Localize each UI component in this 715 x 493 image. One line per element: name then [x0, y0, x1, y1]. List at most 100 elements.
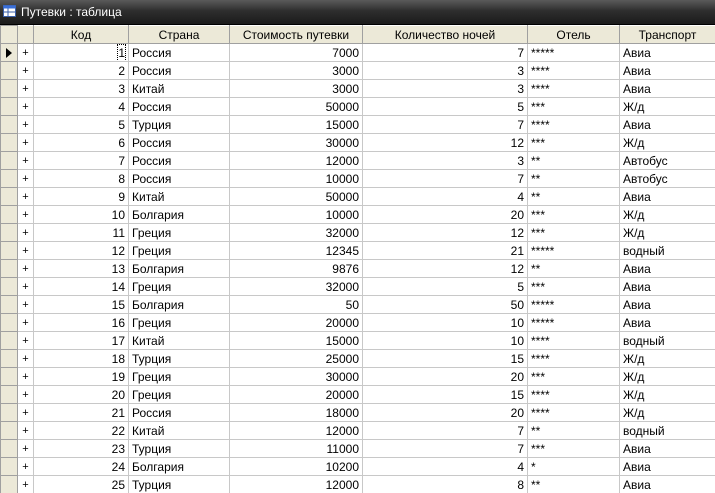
record-selector[interactable]	[0, 349, 18, 368]
table-row[interactable]: +20 Греция 20000 15 **** Ж/д	[0, 385, 715, 404]
cell-country[interactable]: Турция	[128, 439, 230, 458]
cell-kod[interactable]: 7	[33, 151, 129, 170]
cell-hotel[interactable]: **	[527, 475, 620, 493]
cell-cost[interactable]: 25000	[229, 349, 363, 368]
cell-cost[interactable]: 15000	[229, 331, 363, 350]
cell-nights[interactable]: 7	[362, 115, 528, 134]
cell-transport[interactable]: Ж/д	[619, 133, 715, 152]
cell-hotel[interactable]: *	[527, 457, 620, 476]
table-row[interactable]: +10 Болгария 10000 20 *** Ж/д	[0, 205, 715, 224]
cell-kod[interactable]: 22	[33, 421, 129, 440]
cell-hotel[interactable]: *****	[527, 313, 620, 332]
cell-transport[interactable]: Ж/д	[619, 97, 715, 116]
table-row[interactable]: +2 Россия 3000 3 **** Авиа	[0, 61, 715, 80]
cell-nights[interactable]: 3	[362, 79, 528, 98]
cell-hotel[interactable]: ****	[527, 331, 620, 350]
cell-country[interactable]: Болгария	[128, 457, 230, 476]
cell-transport[interactable]: водный	[619, 421, 715, 440]
cell-nights[interactable]: 4	[362, 457, 528, 476]
cell-country[interactable]: Россия	[128, 169, 230, 188]
cell-kod[interactable]: 19	[33, 367, 129, 386]
cell-nights[interactable]: 4	[362, 187, 528, 206]
cell-nights[interactable]: 12	[362, 259, 528, 278]
cell-nights[interactable]: 3	[362, 61, 528, 80]
cell-country[interactable]: Греция	[128, 277, 230, 296]
cell-cost[interactable]: 3000	[229, 61, 363, 80]
cell-country[interactable]: Россия	[128, 97, 230, 116]
cell-nights[interactable]: 10	[362, 313, 528, 332]
cell-cost[interactable]: 30000	[229, 367, 363, 386]
column-header-cost[interactable]: Стоимость путевки	[229, 25, 363, 44]
cell-transport[interactable]: Авиа	[619, 43, 715, 62]
table-row[interactable]: +8 Россия 10000 7 ** Автобус	[0, 169, 715, 188]
cell-kod[interactable]: 21	[33, 403, 129, 422]
plus-expand-icon[interactable]: +	[17, 421, 34, 440]
cell-cost[interactable]: 10200	[229, 457, 363, 476]
cell-country[interactable]: Турция	[128, 349, 230, 368]
cell-nights[interactable]: 20	[362, 367, 528, 386]
cell-hotel[interactable]: ****	[527, 115, 620, 134]
plus-expand-icon[interactable]: +	[17, 61, 34, 80]
cell-transport[interactable]: Ж/д	[619, 367, 715, 386]
table-row[interactable]: +13 Болгария 9876 12 ** Авиа	[0, 259, 715, 278]
cell-transport[interactable]: Автобус	[619, 169, 715, 188]
plus-expand-icon[interactable]: +	[17, 331, 34, 350]
record-selector[interactable]	[0, 223, 18, 242]
table-row[interactable]: +24 Болгария 10200 4 * Авиа	[0, 457, 715, 476]
cell-cost[interactable]: 12000	[229, 421, 363, 440]
cell-cost[interactable]: 50000	[229, 187, 363, 206]
record-selector[interactable]	[0, 277, 18, 296]
table-row[interactable]: +18 Турция 25000 15 **** Ж/д	[0, 349, 715, 368]
table-row[interactable]: +22 Китай 12000 7 ** водный	[0, 421, 715, 440]
cell-kod[interactable]: 17	[33, 331, 129, 350]
table-row[interactable]: +23 Турция 11000 7 *** Авиа	[0, 439, 715, 458]
cell-nights[interactable]: 5	[362, 97, 528, 116]
cell-cost[interactable]: 20000	[229, 385, 363, 404]
table-row[interactable]: +7 Россия 12000 3 ** Автобус	[0, 151, 715, 170]
cell-hotel[interactable]: ****	[527, 403, 620, 422]
cell-kod[interactable]: 14	[33, 277, 129, 296]
cell-cost[interactable]: 12345	[229, 241, 363, 260]
record-selector[interactable]	[0, 151, 18, 170]
cell-kod[interactable]: 12	[33, 241, 129, 260]
cell-transport[interactable]: Авиа	[619, 277, 715, 296]
plus-expand-icon[interactable]: +	[17, 205, 34, 224]
cell-transport[interactable]: Авиа	[619, 457, 715, 476]
cell-transport[interactable]: Ж/д	[619, 349, 715, 368]
cell-hotel[interactable]: *****	[527, 43, 620, 62]
cell-transport[interactable]: Ж/д	[619, 385, 715, 404]
cell-kod[interactable]: 4	[33, 97, 129, 116]
cell-hotel[interactable]: ****	[527, 61, 620, 80]
table-row[interactable]: +5 Турция 15000 7 **** Авиа	[0, 115, 715, 134]
cell-transport[interactable]: водный	[619, 331, 715, 350]
plus-expand-icon[interactable]: +	[17, 457, 34, 476]
record-selector[interactable]	[0, 133, 18, 152]
cell-cost[interactable]: 10000	[229, 205, 363, 224]
table-row[interactable]: +16 Греция 20000 10 ***** Авиа	[0, 313, 715, 332]
cell-kod[interactable]: 23	[33, 439, 129, 458]
cell-hotel[interactable]: ***	[527, 367, 620, 386]
record-selector[interactable]	[0, 475, 18, 493]
cell-kod[interactable]: 25	[33, 475, 129, 493]
record-selector[interactable]	[0, 385, 18, 404]
cell-kod[interactable]: 1	[33, 43, 129, 62]
cell-cost[interactable]: 32000	[229, 223, 363, 242]
cell-hotel[interactable]: ****	[527, 349, 620, 368]
cell-kod[interactable]: 18	[33, 349, 129, 368]
cell-transport[interactable]: Авиа	[619, 115, 715, 134]
cell-country[interactable]: Россия	[128, 151, 230, 170]
cell-hotel[interactable]: *****	[527, 241, 620, 260]
cell-kod[interactable]: 11	[33, 223, 129, 242]
cell-kod[interactable]: 9	[33, 187, 129, 206]
cell-hotel[interactable]: ****	[527, 79, 620, 98]
plus-expand-icon[interactable]: +	[17, 151, 34, 170]
plus-expand-icon[interactable]: +	[17, 259, 34, 278]
cell-nights[interactable]: 8	[362, 475, 528, 493]
cell-kod[interactable]: 6	[33, 133, 129, 152]
cell-nights[interactable]: 21	[362, 241, 528, 260]
cell-cost[interactable]: 7000	[229, 43, 363, 62]
cell-nights[interactable]: 7	[362, 169, 528, 188]
cell-nights[interactable]: 20	[362, 205, 528, 224]
plus-expand-icon[interactable]: +	[17, 385, 34, 404]
table-row[interactable]: +6 Россия 30000 12 *** Ж/д	[0, 133, 715, 152]
